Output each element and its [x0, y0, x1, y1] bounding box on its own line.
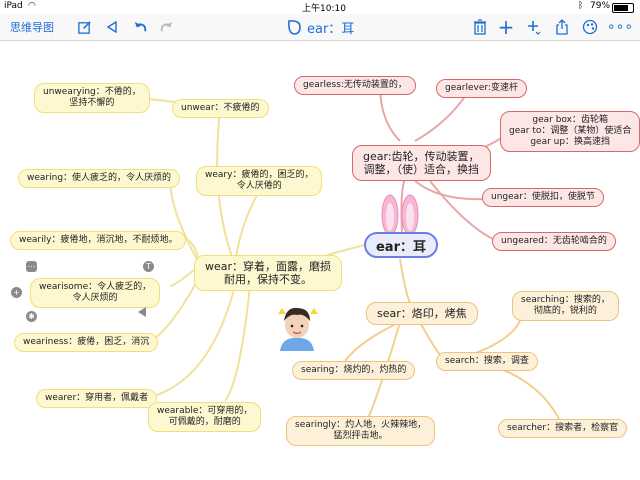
node-text: searching：搜索的， — [521, 295, 610, 305]
bluetooth-icon: ᛒ — [578, 1, 584, 11]
node-text: wearer：穿用者，佩戴者 — [45, 393, 149, 403]
sticker-image — [272, 299, 322, 351]
collapse-arrow-icon[interactable] — [138, 307, 146, 317]
app-title-button[interactable]: 思维导图 — [10, 19, 54, 35]
add-sibling-icon[interactable] — [524, 17, 544, 37]
trash-icon[interactable] — [470, 17, 490, 37]
node-text: ungeared：无齿轮啮合的 — [501, 236, 607, 246]
node-weariness[interactable]: weariness：疲倦，困乏，消沉 — [14, 333, 159, 352]
node-text: wearily：疲倦地，消沉地，不耐烦地。 — [19, 235, 178, 245]
node-text: gearless:无传动装置的， — [303, 80, 407, 90]
node-sear[interactable]: sear：烙印，烤焦 — [366, 302, 478, 325]
node-text: gear box：齿轮箱 — [532, 115, 608, 125]
central-topic[interactable]: ear：耳 — [364, 232, 438, 258]
node-text: gear up：换高速挡 — [530, 137, 611, 147]
toolbar: 思维导图 ear：耳 + ∘∘∘ — [0, 14, 640, 41]
node-unwear[interactable]: unwear：不疲倦的 — [172, 99, 269, 118]
node-weary[interactable]: weary：疲倦的，困乏的， 令人厌倦的 — [196, 166, 323, 196]
text-format-icon[interactable]: T — [143, 261, 154, 272]
document-title-text: ear：耳 — [307, 21, 355, 37]
node-text: ungear：使脱扣，使脱节 — [491, 192, 595, 202]
ellipsis-menu-icon[interactable]: ⋯ — [26, 261, 37, 272]
node-text: 令人厌烦的 — [72, 293, 118, 303]
node-text: wear：穿着，面露，磨损 — [205, 260, 332, 273]
node-wearisome[interactable]: wearisome：令人疲乏的， 令人厌烦的 — [30, 278, 161, 308]
share-icon[interactable] — [552, 17, 572, 37]
node-text: 耐用，保持不变。 — [224, 273, 313, 286]
node-wearer[interactable]: wearer：穿用者，佩戴者 — [36, 389, 158, 408]
node-text: unwearying：不倦的， — [43, 87, 141, 97]
node-search[interactable]: search：搜索，调查 — [436, 352, 538, 371]
node-text: wearing：使人疲乏的，令人厌烦的 — [27, 173, 172, 183]
node-text: searing：烧灼的，灼热的 — [301, 365, 407, 375]
node-gearless[interactable]: gearless:无传动装置的， — [294, 76, 416, 95]
status-bar: iPad ◠ 上午10:10 ᛒ 79% — [0, 0, 640, 14]
node-unwearying[interactable]: unwearying：不倦的， 坚持不懈的 — [34, 83, 150, 113]
ear-shape-icon — [288, 20, 301, 35]
node-searing[interactable]: searing：烧灼的，灼热的 — [292, 361, 416, 380]
settings-icon[interactable]: ✱ — [26, 311, 37, 322]
document-title[interactable]: ear：耳 — [286, 17, 354, 37]
node-text: gear:齿轮，传动装置， — [363, 150, 480, 163]
add-child-icon[interactable]: + — [11, 287, 22, 298]
device-label: iPad — [4, 1, 23, 11]
node-text: unwear：不疲倦的 — [181, 103, 260, 113]
node-searingly[interactable]: searingly：灼人地，火辣辣地， 猛烈抨击地。 — [286, 416, 436, 446]
more-icon[interactable]: ∘∘∘ — [607, 17, 633, 37]
node-text: wearisome：令人疲乏的， — [39, 282, 152, 292]
node-text: wearable：可穿用的， — [157, 406, 253, 416]
node-text: gear to：调整（某物）使适合 — [509, 126, 632, 136]
node-gear[interactable]: gear:齿轮，传动装置， 调整，（使）适合，换挡 — [352, 145, 491, 181]
node-text: weary：疲倦的，困乏的， — [205, 170, 314, 180]
add-icon[interactable]: + — [496, 17, 516, 37]
node-ungeared[interactable]: ungeared：无齿轮啮合的 — [492, 232, 616, 251]
undo-icon[interactable] — [130, 17, 150, 37]
node-wearable[interactable]: wearable：可穿用的， 可佩戴的，耐磨的 — [148, 402, 262, 432]
node-text: weariness：疲倦，困乏，消沉 — [23, 337, 150, 347]
node-gearlever[interactable]: gearlever:变速杆 — [436, 79, 527, 98]
node-text: 坚持不懈的 — [69, 98, 115, 108]
node-wearily[interactable]: wearily：疲倦地，消沉地，不耐烦地。 — [10, 231, 187, 250]
node-searcher[interactable]: searcher：搜索者，检察官 — [498, 419, 628, 438]
node-text: 彻底的，锐利的 — [533, 306, 597, 316]
node-text: 调整，（使）适合，换挡 — [363, 163, 480, 176]
node-text: 令人厌倦的 — [236, 181, 282, 191]
battery-percent: 79% — [590, 1, 611, 11]
back-triangle-icon[interactable] — [102, 17, 122, 37]
node-text: sear：烙印，烤焦 — [377, 307, 467, 320]
node-searching[interactable]: searching：搜索的， 彻底的，锐利的 — [512, 291, 619, 321]
central-topic-text: ear：耳 — [375, 239, 426, 255]
redo-icon[interactable] — [156, 17, 176, 37]
clock: 上午10:10 — [302, 4, 346, 14]
mindmap-canvas[interactable]: unwearying：不倦的， 坚持不懈的 unwear：不疲倦的 weary：… — [0, 41, 640, 480]
node-text: search：搜索，调查 — [445, 356, 529, 366]
node-ungear[interactable]: ungear：使脱扣，使脱节 — [482, 188, 604, 207]
node-text: 可佩戴的，耐磨的 — [168, 417, 241, 427]
node-text: searingly：灼人地，火辣辣地， — [295, 420, 427, 430]
node-gearbox[interactable]: gear box：齿轮箱 gear to：调整（某物）使适合 gear up：换… — [500, 111, 640, 152]
wifi-icon: ◠ — [28, 1, 36, 11]
node-wear[interactable]: wear：穿着，面露，磨损 耐用，保持不变。 — [194, 255, 343, 291]
battery-icon — [612, 3, 634, 13]
palette-icon[interactable] — [580, 17, 600, 37]
edit-icon[interactable] — [74, 17, 94, 37]
node-text: 猛烈抨击地。 — [333, 431, 388, 441]
node-wearing[interactable]: wearing：使人疲乏的，令人厌烦的 — [18, 169, 181, 188]
node-text: gearlever:变速杆 — [445, 83, 518, 93]
node-text: searcher：搜索者，检察官 — [507, 423, 619, 433]
